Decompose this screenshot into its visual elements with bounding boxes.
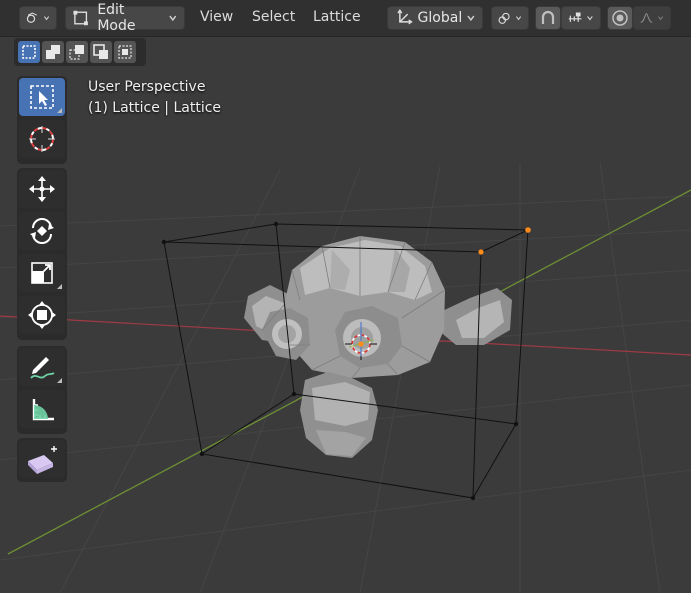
- toolbar-group-transform: [17, 168, 67, 340]
- chevron-down-icon: [467, 15, 475, 22]
- proportional-editing-toggle[interactable]: [607, 6, 633, 30]
- select-extend-icon: [46, 45, 60, 59]
- toolbar-group-add: [17, 438, 67, 482]
- tool-options-indicator: [57, 108, 62, 113]
- orientation-label: Global: [417, 10, 463, 26]
- tool-rotate[interactable]: [19, 212, 65, 250]
- select-mode-difference[interactable]: [90, 41, 112, 63]
- snap-increment-icon: [568, 12, 582, 22]
- tool-options-indicator: [57, 378, 62, 383]
- select-mode-extend[interactable]: [42, 41, 64, 63]
- proportional-editing-icon: [612, 10, 628, 26]
- chevron-down-icon: [43, 16, 50, 21]
- chevron-down-icon: [169, 15, 177, 22]
- magnet-icon: [541, 10, 555, 24]
- toolbar-group-annotate: [17, 346, 67, 434]
- lattice-vertex[interactable]: [199, 451, 205, 457]
- cursor-icon: [29, 126, 55, 152]
- scale-icon: [31, 262, 53, 284]
- tool-add-cube[interactable]: [19, 440, 65, 478]
- tool-annotate[interactable]: [19, 348, 65, 386]
- chevron-down-icon: [587, 16, 593, 21]
- tool-move[interactable]: [19, 170, 65, 208]
- annotate-icon: [30, 357, 55, 379]
- lattice-vertex[interactable]: [470, 495, 476, 501]
- select-subtract-icon: [69, 45, 84, 60]
- toolbar-group-select: [17, 76, 67, 164]
- viewport-header: Edit Mode View Select Lattice Global: [0, 0, 691, 37]
- orientation-global-icon: [397, 9, 413, 25]
- 3d-viewport[interactable]: [0, 66, 691, 593]
- tool-transform[interactable]: [19, 296, 65, 334]
- tool-cursor[interactable]: [19, 120, 65, 158]
- select-intersect-icon: [118, 45, 132, 59]
- selection-mode-bar: [14, 38, 146, 66]
- editor-type-button[interactable]: [19, 6, 57, 30]
- lattice-vertex[interactable]: [291, 391, 297, 397]
- edit-mode-icon: [73, 10, 88, 26]
- lattice-vertex-selected[interactable]: [478, 249, 484, 255]
- menu-lattice[interactable]: Lattice: [313, 9, 361, 25]
- chevron-down-icon: [657, 16, 664, 21]
- select-mode-intersect[interactable]: [114, 41, 136, 63]
- object-origin: [358, 341, 364, 347]
- pivot-point-selector[interactable]: [491, 6, 529, 30]
- object-info-label: (1) Lattice | Lattice: [88, 100, 222, 116]
- viewport-3d-icon: [26, 12, 37, 23]
- proportional-falloff-selector[interactable]: [633, 6, 671, 30]
- menu-view[interactable]: View: [200, 9, 233, 25]
- lattice-vertex[interactable]: [513, 421, 519, 427]
- tool-select-box[interactable]: [19, 78, 65, 116]
- transform-icon: [28, 301, 56, 329]
- transform-orientation-selector[interactable]: Global: [387, 6, 483, 30]
- rotate-icon: [30, 218, 54, 244]
- select-set-icon: [22, 45, 36, 59]
- view-name-label: User Perspective: [88, 79, 206, 95]
- tool-measure[interactable]: [19, 390, 65, 428]
- select-box-icon: [30, 85, 54, 109]
- move-icon: [29, 176, 55, 202]
- mode-selector[interactable]: Edit Mode: [65, 2, 185, 34]
- snap-target-selector[interactable]: [561, 6, 601, 30]
- select-mode-set[interactable]: [18, 41, 40, 63]
- tool-options-indicator: [57, 284, 62, 289]
- monkey-mesh[interactable]: [244, 236, 512, 458]
- select-mode-subtract[interactable]: [66, 41, 88, 63]
- falloff-curve-icon: [640, 13, 653, 23]
- measure-icon: [32, 399, 54, 421]
- lattice-vertex[interactable]: [161, 239, 167, 245]
- pivot-icon: [498, 12, 510, 24]
- chevron-down-icon: [515, 16, 522, 21]
- add-cube-icon: [28, 446, 57, 474]
- select-difference-icon: [93, 44, 108, 59]
- lattice-vertex-selected[interactable]: [525, 227, 531, 233]
- menu-select[interactable]: Select: [252, 9, 295, 25]
- lattice-vertex[interactable]: [273, 221, 279, 227]
- viewport-canvas[interactable]: [0, 66, 691, 593]
- snap-toggle[interactable]: [535, 6, 561, 30]
- tool-scale[interactable]: [19, 254, 65, 292]
- mode-label: Edit Mode: [97, 2, 136, 34]
